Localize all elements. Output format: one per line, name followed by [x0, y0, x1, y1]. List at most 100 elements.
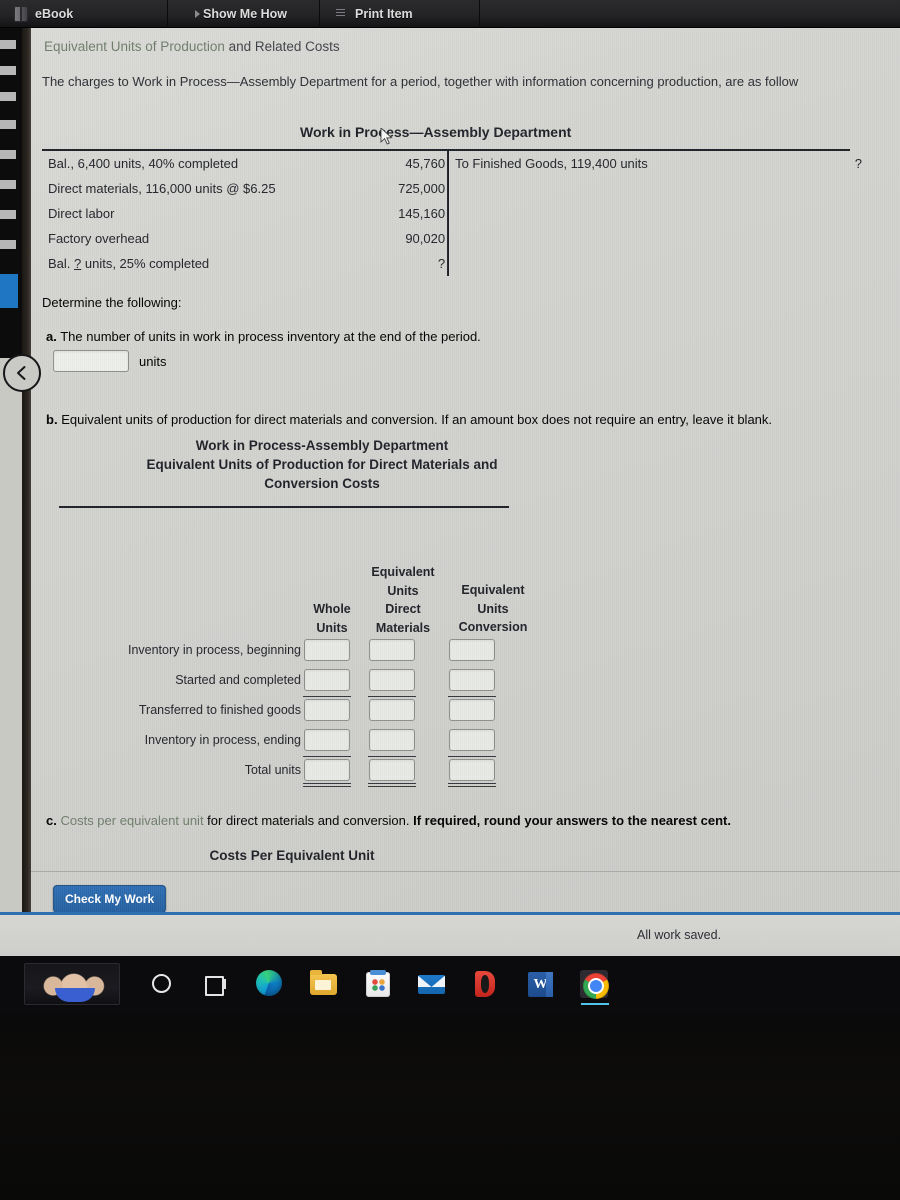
- tab-ebook-label: eBook: [35, 7, 74, 21]
- t-account-title: Work in Process—Assembly Department: [300, 124, 572, 140]
- t-account-divider: [447, 251, 450, 276]
- table-row: Inventory in process, ending: [59, 728, 539, 758]
- browser-chrome: eBook Show Me How Print Item: [0, 0, 900, 28]
- check-my-work-button[interactable]: Check My Work: [53, 885, 167, 912]
- tab-show-me-how-label: Show Me How: [203, 7, 288, 21]
- row-label: Inventory in process, ending: [144, 733, 301, 747]
- debit-amount: 145,160: [398, 206, 446, 221]
- subtotal-rule: [303, 756, 351, 757]
- window-edge: [22, 28, 31, 912]
- taskbar-item-edge[interactable]: [256, 970, 284, 998]
- table-row: Started and completed: [59, 668, 539, 698]
- tab-print-item-label: Print Item: [355, 7, 413, 21]
- cell-direct-materials[interactable]: [369, 759, 415, 781]
- eu-table-header: Whole Units Equivalent Units Direct Mate…: [59, 508, 539, 635]
- chrome-icon: [583, 973, 609, 999]
- cell-conversion[interactable]: [449, 639, 495, 661]
- credit-label: To Finished Goods, 119,400 units: [455, 156, 648, 171]
- debit-amount: 90,020: [405, 231, 446, 246]
- part-a-question: a. The number of units in work in proces…: [46, 329, 481, 344]
- mail-icon: [418, 975, 445, 994]
- t-account-body: Bal., 6,400 units, 40% completed 45,760 …: [42, 151, 862, 276]
- t-account-divider: [447, 201, 450, 226]
- cell-whole-units[interactable]: [304, 729, 350, 751]
- subtotal-rule: [368, 696, 416, 697]
- subtotal-rule: [368, 756, 416, 757]
- cell-conversion[interactable]: [449, 729, 495, 751]
- part-c-question: c. Costs per equivalent unit for direct …: [46, 813, 886, 828]
- taskbar-item-cortana[interactable]: [148, 970, 176, 998]
- rail-lower: [0, 358, 22, 912]
- row-label: Inventory in process, beginning: [127, 643, 301, 657]
- folder-icon: [310, 970, 337, 995]
- part-a-units-label: units: [139, 353, 167, 369]
- cell-conversion[interactable]: [449, 669, 495, 691]
- debit-label: Direct materials, 116,000 units @ $6.25: [48, 181, 276, 196]
- page-title-rest: and Related Costs: [224, 39, 340, 54]
- debit-label: Factory overhead: [48, 231, 150, 246]
- subtotal-rule: [303, 696, 351, 697]
- table-row-total: Total units: [59, 758, 539, 792]
- cell-whole-units[interactable]: [304, 699, 350, 721]
- circle-icon: [152, 974, 171, 993]
- taskbar-icons: W: [148, 970, 609, 1005]
- store-icon: [366, 970, 390, 997]
- part-c-marker: c.: [46, 813, 57, 828]
- part-c-rule: [31, 871, 900, 872]
- part-a-marker: a.: [46, 329, 57, 344]
- t-account-divider: [447, 176, 450, 201]
- taskbar-item-mail[interactable]: [418, 970, 446, 998]
- tab-show-me-how[interactable]: Show Me How: [168, 0, 320, 28]
- tab-print-item[interactable]: Print Item: [320, 0, 480, 28]
- cell-direct-materials[interactable]: [369, 639, 415, 661]
- t-account-row: Factory overhead 90,020: [42, 226, 862, 251]
- word-icon: W: [528, 972, 553, 997]
- cell-whole-units[interactable]: [304, 759, 350, 781]
- book-icon: [14, 6, 28, 22]
- table-row: Inventory in process, beginning: [59, 638, 539, 668]
- taskbar-item-office[interactable]: [472, 970, 500, 998]
- determine-prompt: Determine the following:: [42, 295, 182, 310]
- debit-amount: ?: [437, 256, 446, 271]
- subtotal-rule: [448, 756, 496, 757]
- cell-direct-materials[interactable]: [369, 699, 415, 721]
- cell-conversion[interactable]: [449, 759, 495, 781]
- cell-direct-materials[interactable]: [369, 669, 415, 691]
- video-icon: [182, 6, 196, 22]
- monitor-bezel: DƐLL: [0, 1012, 900, 1200]
- screenshot-root: eBook Show Me How Print Item Equivalent …: [0, 0, 900, 1200]
- part-b-question: b. Equivalent units of production for di…: [46, 412, 886, 427]
- left-rail: [0, 28, 22, 912]
- cell-direct-materials[interactable]: [369, 729, 415, 751]
- cell-conversion[interactable]: [449, 699, 495, 721]
- column-header-conversion: Equivalent Units Conversion: [458, 583, 528, 634]
- taskbar-item-file-explorer[interactable]: [310, 970, 338, 998]
- taskbar-item-chrome[interactable]: [580, 970, 609, 1005]
- previous-page-button[interactable]: [3, 354, 41, 392]
- part-c-text-bold: If required, round your answers to the n…: [413, 813, 731, 828]
- t-account: Work in Process—Assembly Department Bal.…: [42, 124, 862, 276]
- desktop-thumbnail[interactable]: [24, 963, 120, 1005]
- part-b-marker: b.: [46, 412, 58, 427]
- edge-icon: [256, 970, 282, 996]
- toolbar-tabs: eBook Show Me How Print Item: [0, 0, 480, 28]
- task-view-icon: [205, 975, 227, 996]
- cell-whole-units[interactable]: [304, 639, 350, 661]
- cell-whole-units[interactable]: [304, 669, 350, 691]
- taskbar-item-task-view[interactable]: [202, 970, 230, 998]
- taskbar-item-word[interactable]: W: [526, 970, 554, 998]
- taskbar-item-store[interactable]: [364, 970, 392, 998]
- debit-amount: 45,760: [405, 156, 446, 171]
- part-a-units-input[interactable]: [53, 350, 129, 372]
- save-status-text: All work saved.: [637, 928, 722, 942]
- equivalent-units-table: Whole Units Equivalent Units Direct Mate…: [59, 506, 539, 787]
- windows-taskbar: W: [0, 956, 900, 1012]
- part-c-table-title: Costs Per Equivalent Unit: [209, 848, 375, 863]
- active-app-indicator: [581, 1002, 609, 1005]
- part-a-text: The number of units in work in process i…: [60, 329, 481, 344]
- part-b-title-line-1: Work in Process-Assembly Department: [195, 438, 449, 453]
- t-account-row: Bal. ? units, 25% completed ?: [42, 251, 862, 276]
- debit-label: Bal., 6,400 units, 40% completed: [48, 156, 239, 171]
- tab-ebook[interactable]: eBook: [0, 0, 168, 28]
- chevron-left-icon: [17, 366, 26, 380]
